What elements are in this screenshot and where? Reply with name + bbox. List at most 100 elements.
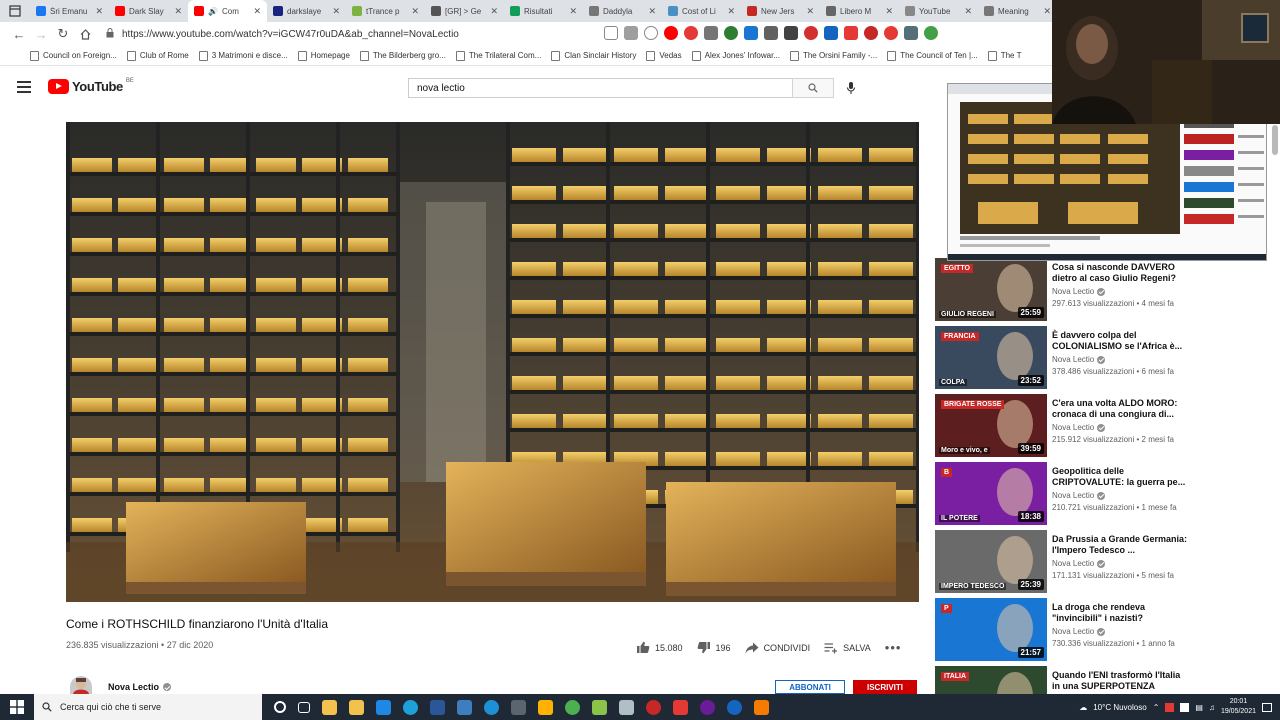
ie-icon[interactable] bbox=[484, 699, 499, 715]
bookmark-item[interactable]: Council on Foreign... bbox=[30, 50, 117, 61]
browser-tab[interactable]: Śri Emanu ✕ bbox=[30, 0, 109, 22]
app-icon[interactable] bbox=[646, 699, 661, 715]
tab-close-icon[interactable]: ✕ bbox=[885, 6, 893, 17]
recommended-video[interactable]: EGITTO GIULIO REGENI 25:59 Cosa si nasconde… bbox=[935, 258, 1275, 322]
store-icon[interactable] bbox=[349, 699, 364, 715]
extension-icon[interactable] bbox=[724, 26, 738, 40]
bookmark-page-icon[interactable] bbox=[604, 26, 618, 40]
recommended-video-title[interactable]: È davvero colpa del COLONIALISMO se l'Af… bbox=[1052, 330, 1188, 351]
bookmark-item[interactable]: The T bbox=[987, 50, 1021, 61]
forward-icon[interactable]: → bbox=[30, 23, 52, 45]
browser-tab[interactable]: YouTube ✕ bbox=[899, 0, 978, 22]
tab-close-icon[interactable]: ✕ bbox=[1043, 6, 1051, 17]
tab-close-icon[interactable]: ✕ bbox=[411, 6, 419, 17]
join-button[interactable]: ABBONATI bbox=[775, 680, 845, 694]
extension-icon[interactable] bbox=[784, 26, 798, 40]
browser-tab[interactable]: Risultati ✕ bbox=[504, 0, 583, 22]
video-thumbnail[interactable]: FRANCIA COLPA 23:52 bbox=[935, 326, 1047, 389]
extension-icon[interactable] bbox=[884, 26, 898, 40]
tray-overflow-icon[interactable]: ⌃ bbox=[1153, 703, 1160, 712]
save-button[interactable]: SALVA bbox=[824, 642, 871, 654]
file-explorer-icon[interactable] bbox=[322, 699, 337, 715]
browser-tab[interactable]: 🔊 Com ✕ bbox=[188, 0, 267, 22]
browser-tab[interactable]: Libero M ✕ bbox=[820, 0, 899, 22]
cortana-icon[interactable] bbox=[274, 701, 286, 713]
browser-tab[interactable]: Meaning ✕ bbox=[978, 0, 1057, 22]
tab-close-icon[interactable]: ✕ bbox=[95, 6, 103, 17]
app-icon[interactable] bbox=[457, 699, 472, 715]
channel-avatar[interactable] bbox=[70, 676, 92, 694]
page-scrollbar[interactable] bbox=[1272, 125, 1278, 155]
recommended-video-title[interactable]: Cosa si nasconde DAVVERO dietro al caso … bbox=[1052, 262, 1188, 283]
browser-tab[interactable]: New Jers ✕ bbox=[741, 0, 820, 22]
bookmark-item[interactable]: Homepage bbox=[297, 50, 350, 61]
channel-name[interactable]: Nova Lectio bbox=[108, 682, 172, 692]
extension-icon[interactable] bbox=[624, 26, 638, 40]
recommended-video-title[interactable]: La droga che rendeva "invincibili" i naz… bbox=[1052, 602, 1188, 623]
home-icon[interactable] bbox=[74, 23, 96, 45]
clock[interactable]: 20:01 19/05/2021 bbox=[1221, 697, 1256, 717]
extension-icon[interactable] bbox=[904, 26, 918, 40]
recommended-video-title[interactable]: Da Prussia a Grande Germania: l'Impero T… bbox=[1052, 534, 1188, 555]
bookmark-item[interactable]: Alex Jones' Infowar... bbox=[691, 50, 780, 61]
like-button[interactable]: 15.080 bbox=[636, 641, 683, 654]
browser-tab[interactable]: Cost of Li ✕ bbox=[662, 0, 741, 22]
bookmark-item[interactable]: The Bilderberg gro... bbox=[359, 50, 446, 61]
video-thumbnail[interactable]: P 21:57 bbox=[935, 598, 1047, 661]
extension-icon[interactable] bbox=[664, 26, 678, 40]
recommended-video-channel[interactable]: Nova Lectio bbox=[1052, 355, 1106, 364]
tab-close-icon[interactable]: ✕ bbox=[332, 6, 340, 17]
tray-app-icon[interactable] bbox=[1165, 702, 1175, 712]
recommended-video-channel[interactable]: Nova Lectio bbox=[1052, 423, 1106, 432]
browser-tab[interactable]: Daddyla ✕ bbox=[583, 0, 662, 22]
mail-icon[interactable] bbox=[376, 699, 391, 715]
extension-icon[interactable] bbox=[704, 26, 718, 40]
extension-icon[interactable] bbox=[864, 26, 878, 40]
windows-start-icon[interactable] bbox=[0, 694, 34, 720]
share-button[interactable]: CONDIVIDI bbox=[745, 642, 810, 654]
search-button[interactable] bbox=[792, 78, 834, 98]
recommended-video-channel[interactable]: Nova Lectio bbox=[1052, 559, 1106, 568]
menu-icon[interactable] bbox=[17, 81, 31, 93]
edge-icon[interactable] bbox=[403, 699, 418, 715]
calculator-icon[interactable] bbox=[511, 699, 526, 715]
tab-actions-icon[interactable] bbox=[0, 0, 30, 22]
recommended-video-channel[interactable]: Nova Lectio bbox=[1052, 627, 1106, 636]
task-view-icon[interactable] bbox=[298, 701, 310, 713]
microphone-icon[interactable] bbox=[844, 79, 858, 97]
video-thumbnail[interactable]: IMPERO TEDESCO 25:39 bbox=[935, 530, 1047, 593]
tab-close-icon[interactable]: ✕ bbox=[253, 6, 261, 17]
tab-close-icon[interactable]: ✕ bbox=[569, 6, 577, 17]
tray-app-icon[interactable] bbox=[1180, 702, 1190, 712]
recommended-video[interactable]: IMPERO TEDESCO 25:39 Da Prussia a Grande G… bbox=[935, 530, 1275, 594]
word-icon[interactable] bbox=[430, 699, 445, 715]
tab-close-icon[interactable]: ✕ bbox=[174, 6, 182, 17]
star-icon[interactable] bbox=[644, 26, 658, 40]
tab-close-icon[interactable]: ✕ bbox=[964, 6, 972, 17]
reload-icon[interactable]: ↻ bbox=[52, 23, 74, 45]
youtube-logo[interactable]: YouTube BE bbox=[48, 78, 134, 94]
extension-icon[interactable] bbox=[744, 26, 758, 40]
tab-close-icon[interactable]: ✕ bbox=[648, 6, 656, 17]
chrome-icon[interactable] bbox=[565, 699, 580, 715]
recommended-video-title[interactable]: Quando l'ENI trasformò l'Italia in una S… bbox=[1052, 670, 1188, 691]
bookmark-item[interactable]: 3 Matrimoni e disce... bbox=[198, 50, 288, 61]
recommended-video-title[interactable]: C'era una volta ALDO MORO: cronaca di un… bbox=[1052, 398, 1188, 419]
browser-tab[interactable]: Dark Slay ✕ bbox=[109, 0, 188, 22]
app-icon[interactable] bbox=[700, 699, 715, 715]
video-thumbnail[interactable]: BRIGATE ROSSE Moro e vivo, e 39:59 bbox=[935, 394, 1047, 457]
extension-icon[interactable] bbox=[764, 26, 778, 40]
network-icon[interactable]: ▤ bbox=[1195, 703, 1203, 712]
app-icon[interactable] bbox=[619, 699, 634, 715]
recommended-video[interactable]: B IL POTERE 18:38 Geopolitica delle CRIPTOV… bbox=[935, 462, 1275, 526]
taskbar-search-input[interactable]: Cerca qui ciò che ti serve bbox=[34, 694, 262, 720]
tab-close-icon[interactable]: ✕ bbox=[727, 6, 735, 17]
recommended-video-title[interactable]: Geopolitica delle CRIPTOVALUTE: la guerr… bbox=[1052, 466, 1188, 487]
weather-icon[interactable]: ☁ bbox=[1079, 703, 1087, 712]
bookmark-item[interactable]: The Orsini Family -... bbox=[789, 50, 877, 61]
volume-icon[interactable]: ♫ bbox=[1209, 703, 1215, 712]
bookmark-item[interactable]: The Trilateral Com... bbox=[455, 50, 541, 61]
bookmark-item[interactable]: Vedas bbox=[646, 50, 682, 61]
recommended-video[interactable]: P 21:57 La droga che rendeva "invincibili"… bbox=[935, 598, 1275, 662]
browser-tab[interactable]: darkslaye ✕ bbox=[267, 0, 346, 22]
